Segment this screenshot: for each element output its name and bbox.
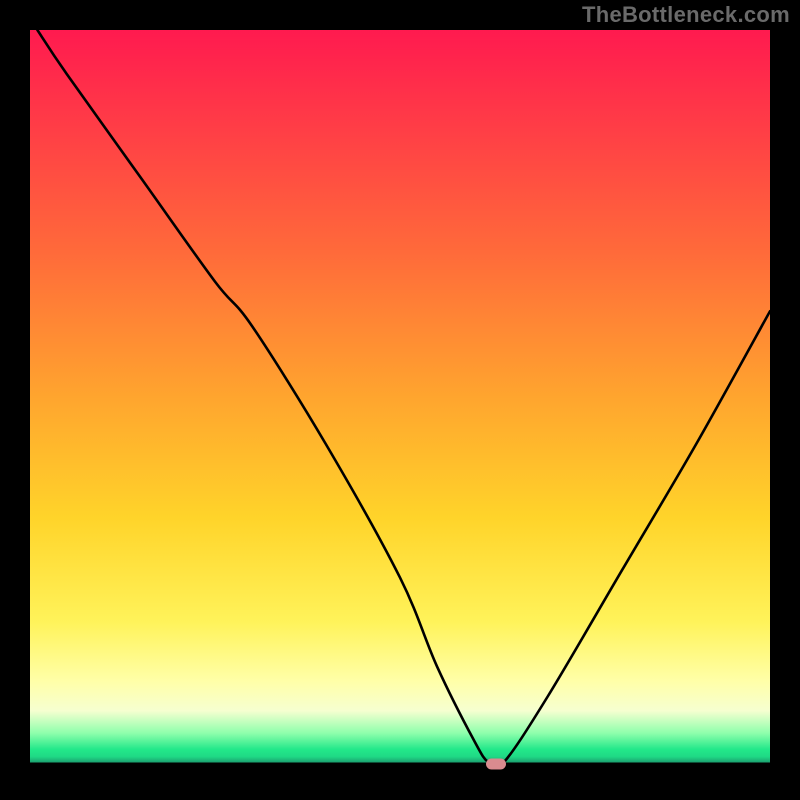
chart-frame: TheBottleneck.com [0,0,800,800]
optimal-marker [486,759,506,770]
bottleneck-curve [30,30,770,770]
plot-area [30,30,770,770]
attribution-text: TheBottleneck.com [582,2,790,28]
